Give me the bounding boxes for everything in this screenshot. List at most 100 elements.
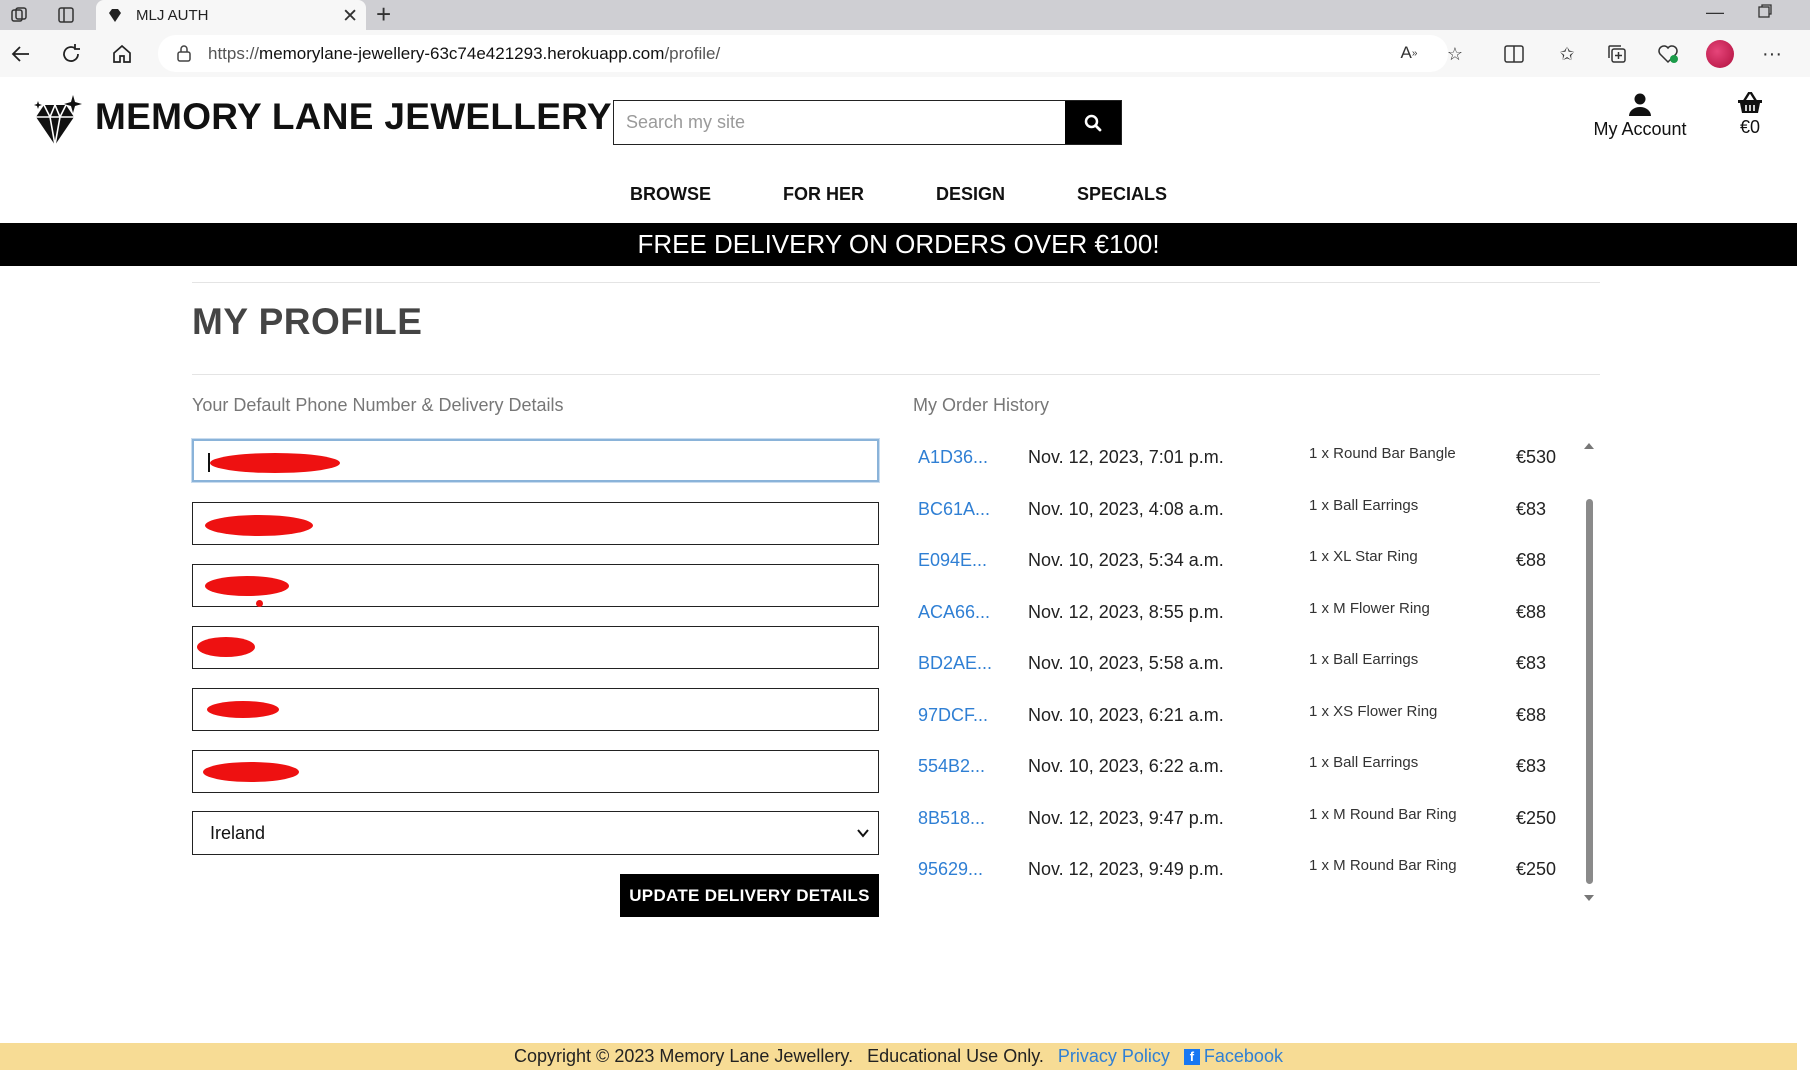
workspaces-icon[interactable] [8, 4, 30, 26]
main-navigation: BROWSE FOR HER DESIGN SPECIALS [0, 177, 1797, 211]
facebook-link[interactable]: Facebook [1204, 1046, 1283, 1067]
facebook-icon[interactable]: f [1183, 1048, 1200, 1065]
order-row: ACA66... Nov. 12, 2023, 8:55 p.m. 1 x M … [913, 592, 1553, 632]
order-row: 95629... Nov. 12, 2023, 9:49 p.m. 1 x M … [913, 849, 1557, 889]
diamond-favicon-icon [106, 6, 124, 24]
order-total: €83 [1516, 756, 1547, 776]
order-number-link[interactable]: E094E... [918, 550, 987, 571]
nav-browse[interactable]: BROWSE [594, 177, 747, 211]
redacted-value [210, 453, 340, 473]
page-scrollbar[interactable] [1797, 77, 1810, 1070]
my-account-label: My Account [1593, 119, 1687, 139]
order-date: Nov. 12, 2023, 9:47 p.m. [1028, 807, 1224, 828]
order-history-scrollbar[interactable] [1582, 442, 1596, 902]
reload-icon[interactable] [58, 41, 84, 67]
user-icon [1629, 93, 1651, 116]
restore-icon[interactable] [1758, 2, 1772, 23]
chevron-down-icon [857, 829, 869, 838]
nav-for-her[interactable]: FOR HER [747, 177, 900, 211]
home-icon[interactable] [109, 41, 135, 67]
order-number-link[interactable]: 97DCF... [918, 705, 988, 726]
nav-specials[interactable]: SPECIALS [1041, 177, 1203, 211]
order-total: €530 [1516, 447, 1557, 467]
free-delivery-banner: FREE DELIVERY ON ORDERS OVER €100! [0, 223, 1797, 266]
order-number-link[interactable]: BD2AE... [918, 653, 992, 674]
redacted-value [203, 762, 299, 782]
redacted-value [205, 515, 313, 536]
order-row: A1D36... Nov. 12, 2023, 7:01 p.m. 1 x Ro… [913, 437, 1557, 477]
new-tab-icon[interactable]: + [376, 1, 391, 27]
profile-avatar[interactable] [1706, 40, 1734, 68]
order-row: BD2AE... Nov. 10, 2023, 5:58 a.m. 1 x Ba… [913, 643, 1553, 683]
order-date: Nov. 10, 2023, 4:08 a.m. [1028, 498, 1224, 519]
favorites-icon[interactable]: ✩ [1555, 42, 1579, 66]
street-address-2-field[interactable] [192, 564, 879, 607]
nav-design[interactable]: DESIGN [900, 177, 1041, 211]
order-row: 97DCF... Nov. 10, 2023, 6:21 a.m. 1 x XS… [913, 695, 1553, 735]
order-items: 1 x Ball Earrings [1309, 496, 1419, 514]
redacted-value [197, 637, 255, 657]
county-field[interactable] [192, 688, 879, 731]
copyright-text: Copyright © 2023 Memory Lane Jewellery. [514, 1046, 854, 1066]
order-number-link[interactable]: 554B2... [918, 756, 985, 777]
browser-address-bar: https://memorylane-jewellery-63c74e42129… [0, 30, 1810, 77]
read-aloud-icon[interactable]: A» [1397, 41, 1421, 65]
brand-name[interactable]: MEMORY LANE JEWELLERY [95, 96, 612, 138]
order-items: 1 x M Round Bar Ring [1309, 857, 1457, 874]
order-total: €88 [1516, 704, 1547, 725]
scroll-down-arrow-icon[interactable] [1584, 894, 1594, 902]
country-select[interactable]: Ireland [192, 811, 879, 855]
minimize-icon[interactable]: — [1706, 2, 1724, 23]
privacy-policy-link[interactable]: Privacy Policy [1058, 1046, 1170, 1067]
town-or-city-field[interactable] [192, 626, 879, 669]
more-menu-icon[interactable]: ··· [1760, 42, 1784, 66]
order-row: BC61A... Nov. 10, 2023, 4:08 a.m. 1 x Ba… [913, 489, 1553, 529]
order-row: E094E... Nov. 10, 2023, 5:34 a.m. 1 x XL… [913, 540, 1553, 580]
order-number-link[interactable]: 95629... [918, 859, 983, 880]
order-history-heading: My Order History [913, 395, 1050, 415]
collections-icon[interactable] [1605, 42, 1629, 66]
order-total: €250 [1516, 859, 1557, 879]
order-date: Nov. 10, 2023, 6:21 a.m. [1028, 704, 1224, 725]
order-number-link[interactable]: ACA66... [918, 602, 990, 623]
back-icon[interactable] [8, 41, 34, 67]
lock-icon[interactable] [176, 44, 192, 67]
order-items: 1 x Ball Earrings [1309, 651, 1419, 668]
divider [192, 282, 1600, 283]
order-number-link[interactable]: BC61A... [918, 499, 990, 520]
order-items: 1 x M Flower Ring [1309, 599, 1430, 617]
order-number-link[interactable]: 8B518... [918, 808, 985, 829]
close-tab-icon[interactable]: ✕ [342, 5, 358, 28]
postcode-field[interactable] [192, 750, 879, 793]
split-screen-icon[interactable] [1502, 42, 1526, 66]
tab-actions-icon[interactable] [55, 4, 77, 26]
search-input[interactable] [614, 101, 1065, 144]
web-page: MEMORY LANE JEWELLERY My Account €0 BROW… [0, 77, 1797, 1070]
order-total: €88 [1516, 550, 1547, 570]
browser-tab-active[interactable]: MLJ AUTH ✕ [96, 0, 366, 30]
bag-total: €0 [1739, 117, 1761, 137]
update-delivery-details-button[interactable]: UPDATE DELIVERY DETAILS [620, 874, 879, 917]
order-number-link[interactable]: A1D36... [918, 447, 988, 468]
favorite-star-icon[interactable]: ☆ [1443, 42, 1467, 66]
divider [192, 374, 1600, 375]
street-address-1-field[interactable] [192, 502, 879, 545]
country-value: Ireland [210, 822, 266, 843]
site-search [613, 100, 1122, 145]
order-history-table[interactable]: A1D36... Nov. 12, 2023, 7:01 p.m. 1 x Ro… [913, 437, 1583, 912]
order-date: Nov. 12, 2023, 7:01 p.m. [1028, 447, 1224, 467]
order-items: 1 x M Round Bar Ring [1309, 805, 1457, 823]
shopping-bag-link[interactable]: €0 [1725, 92, 1775, 138]
browser-essentials-icon[interactable] [1656, 42, 1680, 66]
phone-number-field[interactable] [192, 439, 879, 482]
order-date: Nov. 10, 2023, 5:58 a.m. [1028, 653, 1224, 673]
url-prefix: https:// [208, 43, 260, 63]
search-button[interactable] [1065, 101, 1121, 144]
address-input[interactable]: https://memorylane-jewellery-63c74e42129… [158, 35, 1448, 72]
scroll-up-arrow-icon[interactable] [1584, 442, 1594, 450]
diamond-logo-icon[interactable] [30, 93, 84, 151]
scrollbar-thumb[interactable] [1586, 499, 1593, 884]
my-account-link[interactable]: My Account [1580, 92, 1700, 140]
order-items: 1 x Round Bar Bangle [1309, 445, 1456, 462]
order-total: €83 [1516, 653, 1547, 673]
